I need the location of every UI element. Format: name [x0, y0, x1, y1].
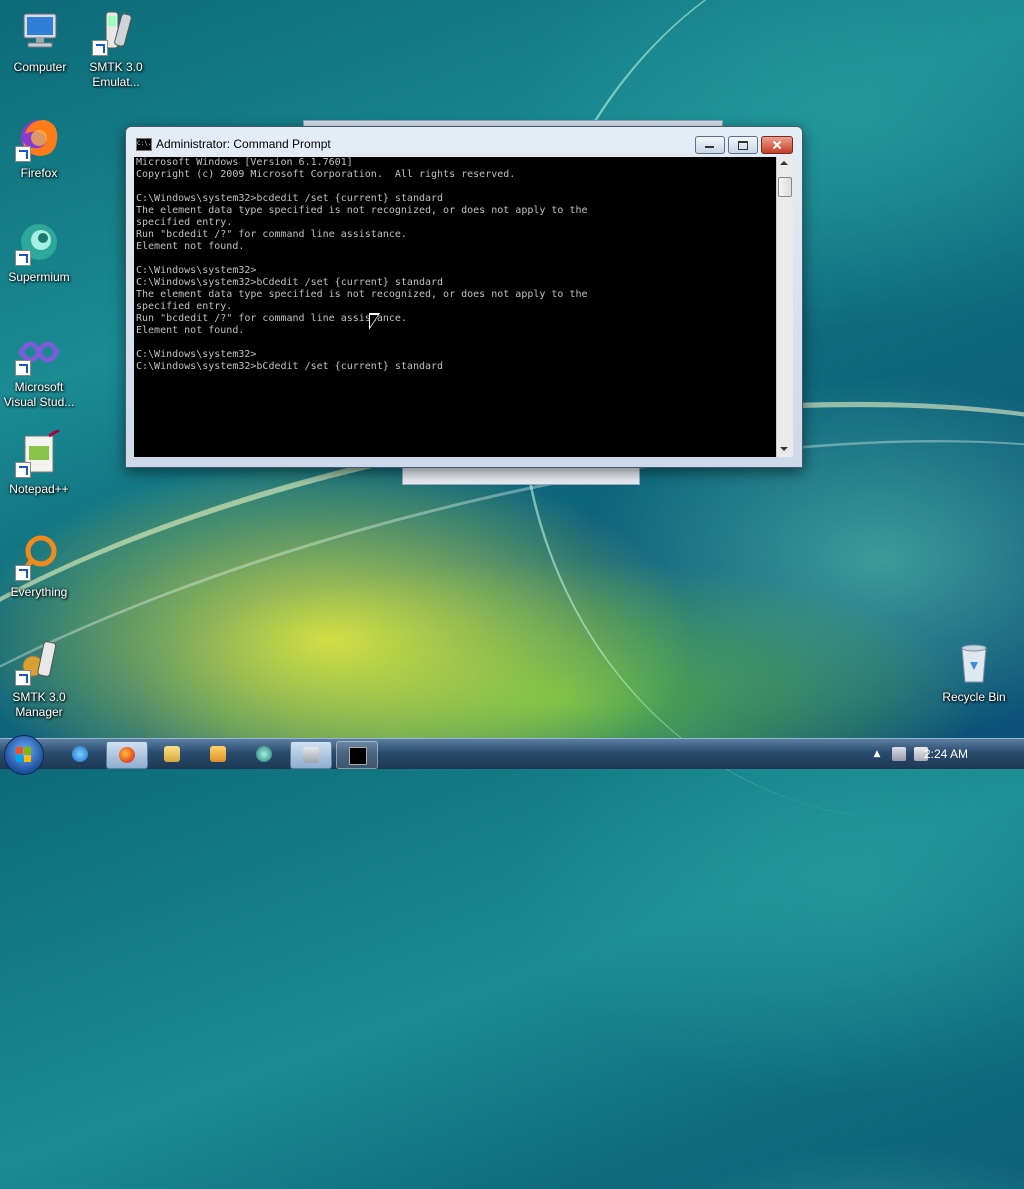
console-line: specified entry. [136, 217, 233, 228]
taskbar: ▲ 2:24 AM [0, 735, 1024, 775]
desktop-icon-everything[interactable]: Everything [1, 533, 77, 600]
taskbar-item-explorer[interactable] [152, 741, 192, 767]
console-line: C:\Windows\system32>bcdedit /set {curren… [136, 193, 444, 204]
scroll-up-arrow-icon[interactable] [780, 161, 788, 165]
command-prompt-icon [349, 747, 367, 765]
notepadpp-icon [15, 428, 63, 478]
supermium-icon [15, 218, 63, 266]
smtk-icon [303, 747, 319, 763]
console-line: C:\Windows\system32>bCdedit /set {curren… [136, 361, 444, 372]
smtk-manager-icon [15, 638, 63, 686]
scroll-down-arrow-icon[interactable] [780, 447, 788, 451]
console-line: C:\Windows\system32> [136, 349, 257, 360]
minimize-button[interactable] [695, 136, 725, 154]
shortcut-arrow-icon [15, 670, 31, 686]
shortcut-arrow-icon [15, 360, 31, 376]
desktop-icon-label: Computer [13, 60, 67, 74]
shortcut-arrow-icon [15, 146, 31, 162]
shortcut-arrow-icon [92, 40, 108, 56]
desktop-icon-label: Microsoft Visual Stud... [3, 380, 75, 409]
title-bar[interactable]: C:\. Administrator: Command Prompt [126, 127, 802, 157]
desktop-icon-computer[interactable]: Computer [2, 8, 78, 75]
visual-studio-icon [15, 328, 63, 376]
taskbar-item-smtk[interactable] [290, 741, 332, 769]
background-window-panel[interactable] [402, 465, 640, 485]
console-line: Run "bcdedit /?" for command line assist… [136, 229, 407, 240]
recycle-bin-icon [950, 638, 998, 686]
desktop-icon-label: SMTK 3.0 Manager [12, 690, 66, 719]
supermium-icon [256, 746, 272, 762]
desktop-icon-label: Recycle Bin [942, 690, 1006, 704]
console-line: Element not found. [136, 241, 245, 252]
windows-logo-icon [16, 747, 32, 763]
network-icon[interactable] [892, 747, 906, 761]
console-line: C:\Windows\system32> [136, 265, 257, 276]
desktop-icon-label: SMTK 3.0 Emulat... [89, 60, 143, 89]
taskbar-item-media-player[interactable] [198, 741, 238, 767]
taskbar-item-supermium[interactable] [244, 741, 284, 767]
taskbar-item-internet-explorer[interactable] [60, 741, 100, 767]
desktop-icon-visual-studio[interactable]: Microsoft Visual Stud... [1, 328, 77, 410]
console-line: specified entry. [136, 301, 233, 312]
shortcut-arrow-icon [15, 565, 31, 581]
taskbar-item-command-prompt[interactable] [336, 741, 378, 769]
shortcut-arrow-icon [15, 462, 31, 478]
firefox-icon [119, 747, 135, 763]
explorer-icon [164, 746, 180, 762]
phone-icon [92, 8, 140, 56]
console-line: Run "bcdedit /?" for command line assist… [136, 313, 407, 324]
console-line: Element not found. [136, 325, 245, 336]
scroll-thumb[interactable] [778, 177, 792, 197]
desktop-icon-label: Notepad++ [9, 482, 69, 496]
computer-icon [16, 8, 64, 56]
mouse-pointer-icon [369, 313, 380, 330]
console-line: Microsoft Windows [Version 6.1.7601] [136, 157, 353, 168]
desktop-icon-smtk-emulator[interactable]: SMTK 3.0 Emulat... [78, 8, 154, 90]
firefox-icon [15, 114, 63, 162]
maximize-button[interactable] [728, 136, 758, 154]
console-line: The element data type specified is not r… [136, 289, 588, 300]
taskbar-item-firefox[interactable] [106, 741, 148, 769]
desktop-icon-supermium[interactable]: Supermium [1, 218, 77, 285]
desktop-icon-smtk-manager[interactable]: SMTK 3.0 Manager [1, 638, 77, 720]
desktop-icon-label: Supermium [8, 270, 70, 284]
vertical-scrollbar[interactable] [776, 157, 793, 457]
desktop-icon-recycle-bin[interactable]: Recycle Bin [936, 638, 1012, 705]
everything-search-icon [15, 533, 63, 581]
console-output[interactable]: Microsoft Windows [Version 6.1.7601] Cop… [134, 157, 776, 457]
shortcut-arrow-icon [15, 250, 31, 266]
media-player-icon [210, 746, 226, 762]
start-button[interactable] [4, 735, 44, 775]
command-prompt-icon: C:\. [136, 138, 152, 151]
close-button[interactable] [761, 136, 793, 154]
desktop-icon-firefox[interactable]: Firefox [1, 114, 77, 181]
console-line: Copyright (c) 2009 Microsoft Corporation… [136, 169, 516, 180]
command-prompt-window[interactable]: C:\. Administrator: Command Prompt Micro… [125, 126, 803, 468]
desktop-icon-notepadpp[interactable]: Notepad++ [1, 428, 77, 497]
internet-explorer-icon [72, 746, 88, 762]
show-hidden-icons-icon[interactable]: ▲ [870, 747, 884, 761]
system-tray: ▲ 2:24 AM [866, 739, 1024, 769]
clock[interactable]: 2:24 AM [924, 747, 968, 761]
desktop-icon-label: Firefox [20, 166, 58, 180]
console-line: C:\Windows\system32>bCdedit /set {curren… [136, 277, 444, 288]
window-title: Administrator: Command Prompt [156, 137, 331, 151]
desktop-icon-label: Everything [10, 585, 68, 599]
console-line: The element data type specified is not r… [136, 205, 588, 216]
